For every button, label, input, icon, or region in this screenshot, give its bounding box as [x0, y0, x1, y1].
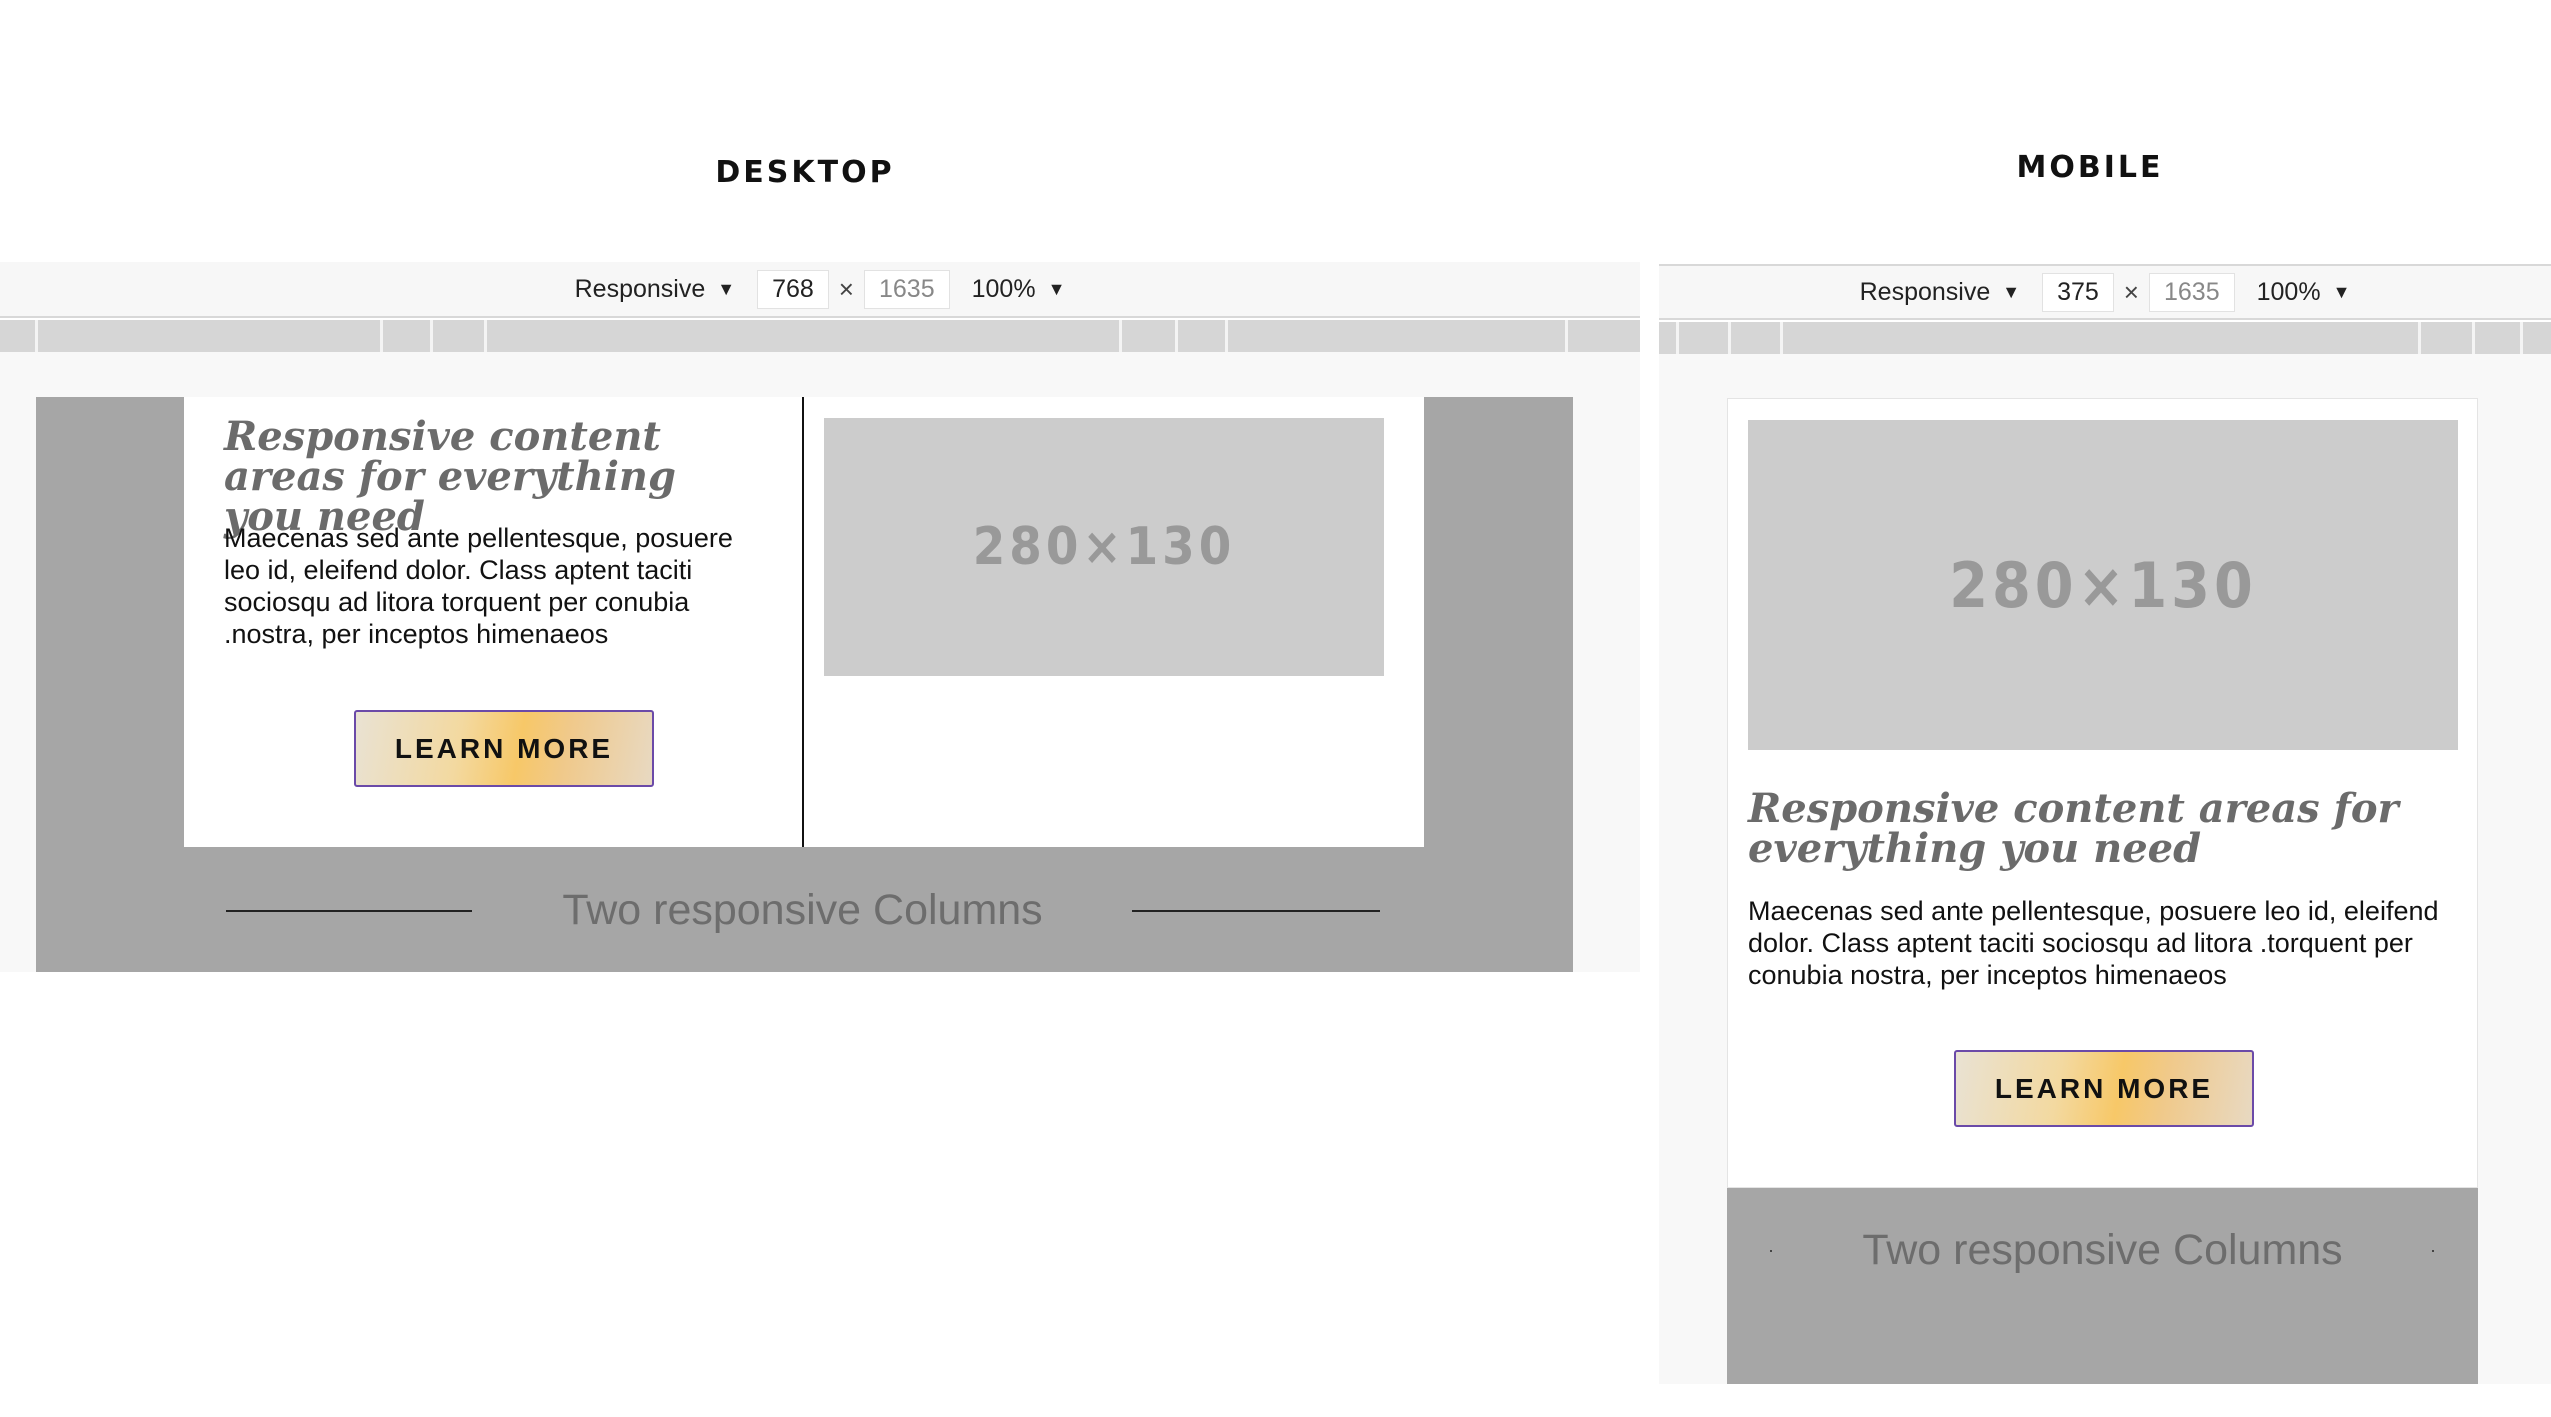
desktop-image-placeholder: 280×130 — [824, 418, 1384, 676]
mobile-content-title: Responsive content areas for everything … — [1748, 785, 2399, 872]
mobile-footer-title: Two responsive Columns — [1862, 1226, 2343, 1274]
mobile-content-card: 280×130 Responsive content areas for eve… — [1727, 398, 2478, 1188]
mobile-footer-rule-right — [2432, 1250, 2434, 1252]
desktop-zoom-label: 100% — [971, 274, 1036, 303]
mobile-device-select[interactable]: Responsive ▼ — [1860, 278, 2020, 307]
times-icon: × — [2123, 276, 2139, 307]
desktop-width-input[interactable]: 768 — [757, 269, 829, 309]
desktop-device-label: Responsive — [574, 274, 706, 303]
desktop-devtools-toolbar: Responsive ▼ 768 × 1635 100% ▼ — [0, 262, 1640, 318]
mobile-zoom-select[interactable]: 100% ▼ — [2257, 278, 2351, 307]
desktop-heading: DESKTOP — [715, 155, 895, 190]
desktop-learn-more-button[interactable]: LEARN MORE — [354, 710, 654, 787]
triangle-down-icon: ▼ — [717, 278, 736, 299]
desktop-height-input[interactable]: 1635 — [863, 269, 950, 309]
mobile-footer-background — [1727, 1188, 2478, 1384]
desktop-zoom-select[interactable]: 100% ▼ — [972, 275, 1066, 304]
mobile-media-query-bar[interactable] — [1659, 322, 2551, 354]
mobile-height-input[interactable]: 1635 — [2148, 272, 2235, 312]
column-divider — [802, 397, 804, 847]
desktop-content-card: Responsive content areas for everything … — [184, 397, 1424, 847]
desktop-footer-rule-right — [1132, 910, 1380, 912]
desktop-content-body: Maecenas sed ante pellentesque, posuere … — [224, 523, 733, 649]
mobile-device-label: Responsive — [1859, 277, 1991, 306]
triangle-down-icon: ▼ — [2332, 281, 2351, 302]
mobile-width-input[interactable]: 375 — [2042, 272, 2114, 312]
mobile-learn-more-button[interactable]: LEARN MORE — [1954, 1050, 2254, 1127]
desktop-media-query-bar[interactable] — [0, 320, 1640, 352]
mobile-content-body: Maecenas sed ante pellentesque, posuere … — [1748, 896, 2439, 990]
mobile-heading: MOBILE — [2016, 150, 2164, 185]
desktop-device-select[interactable]: Responsive ▼ — [575, 275, 735, 304]
triangle-down-icon: ▼ — [2002, 281, 2021, 302]
triangle-down-icon: ▼ — [1047, 278, 1066, 299]
desktop-footer-title: Two responsive Columns — [562, 886, 1043, 934]
times-icon: × — [838, 273, 854, 304]
mobile-zoom-label: 100% — [2256, 277, 2321, 306]
mobile-image-placeholder: 280×130 — [1748, 420, 2458, 750]
mobile-footer-rule-left — [1770, 1250, 1772, 1252]
desktop-footer-rule-left — [226, 910, 472, 912]
desktop-content-title: Responsive content areas for everything … — [224, 413, 676, 540]
mobile-devtools-toolbar: Responsive ▼ 375 × 1635 100% ▼ — [1659, 264, 2551, 320]
